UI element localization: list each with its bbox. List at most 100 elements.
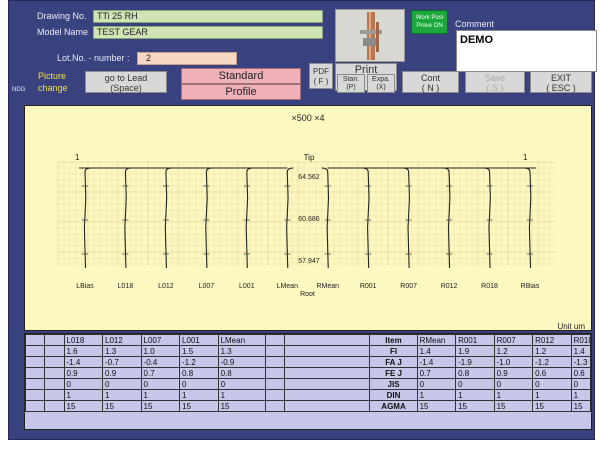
blank-cell	[283, 334, 371, 346]
blank-cell	[24, 356, 46, 368]
blank-cell	[44, 400, 65, 412]
standard-button[interactable]: Standard	[181, 68, 301, 84]
pdf-button[interactable]: PDF ( F )	[309, 63, 333, 89]
blank-cell	[264, 334, 285, 346]
blank-cell	[24, 400, 46, 412]
column-header: LMean	[217, 334, 266, 346]
comment-field[interactable]: DEMO	[456, 30, 597, 72]
table-cell: -1.0	[493, 356, 534, 368]
table-cell: 0	[140, 378, 181, 390]
x-category-label: R007	[400, 283, 417, 290]
gear-shaft-image	[336, 10, 404, 61]
table-cell: 0	[416, 378, 457, 390]
table-cell: 1.3	[102, 345, 142, 357]
table-cell: 1	[63, 389, 104, 401]
y-tick-label: 64.562	[298, 174, 320, 181]
lot-no-label: Lot.No. - number :	[57, 53, 130, 63]
blank-cell	[24, 345, 46, 357]
x-category-label: R018	[481, 283, 498, 290]
x-category-label: L018	[118, 283, 134, 290]
exit-label: EXIT	[550, 73, 571, 83]
go-to-lead-button[interactable]: go to Lead (Space)	[85, 71, 167, 93]
table-cell: 0	[532, 378, 572, 390]
item-name: DIN	[369, 389, 418, 401]
blank-cell	[24, 334, 46, 346]
profile-button[interactable]: Profile	[181, 84, 301, 100]
table-cell: 15	[416, 400, 457, 412]
stan-print-button[interactable]: Stan. (P)	[337, 74, 365, 93]
item-name: AGMA	[369, 400, 418, 412]
table-cell: 0.9	[102, 367, 142, 379]
cont-button[interactable]: Cont ( N )	[402, 71, 459, 93]
column-header: L012	[102, 334, 142, 346]
table-cell: 0.6	[570, 367, 592, 379]
table-cell: 1.9	[455, 345, 495, 357]
profile-chart: ×500 ×4 1 1 Tip 64.562 60.686 57.947 LBias L018 L…	[24, 105, 592, 331]
blank-cell	[283, 378, 371, 390]
table-cell: 0.9	[493, 367, 534, 379]
table-cell: 0.8	[179, 367, 219, 379]
blank-cell	[264, 367, 285, 379]
table-row: 1 1 1 1 1 DIN 1 1 1 1 1	[24, 389, 592, 401]
table-cell: -1.2	[532, 356, 572, 368]
blank-cell	[264, 389, 285, 401]
blank-cell	[44, 345, 65, 357]
cont-shortcut-label: ( N )	[421, 83, 440, 93]
save-label: Save	[484, 73, 506, 83]
exit-button[interactable]: EXIT ( ESC )	[530, 71, 592, 93]
table-cell: -0.9	[217, 356, 266, 368]
table-cell: 1	[179, 389, 219, 401]
table-cell: 15	[63, 400, 104, 412]
blank-cell	[44, 334, 65, 346]
results-grid: L018 L012 L007 L001 LMean Item RMean R001 R007 R0…	[24, 334, 592, 412]
x-category-label: L001	[239, 283, 255, 290]
model-name-field[interactable]: TEST GEAR	[93, 26, 323, 39]
profile-trace-tip	[483, 167, 491, 173]
main-window: Drawing No. TTi 25 RH Model Name TEST GE…	[8, 0, 597, 440]
tip-label: Tip	[304, 153, 315, 162]
table-cell: 1.6	[63, 345, 104, 357]
comment-label: Comment	[455, 19, 495, 29]
x-category-label: R001	[360, 283, 377, 290]
item-name: FE J	[369, 367, 418, 379]
table-cell: 1.2	[493, 345, 534, 357]
table-cell: 15	[532, 400, 572, 412]
lot-no-field[interactable]: 2	[137, 52, 237, 65]
table-cell: 1	[532, 389, 572, 401]
table-cell: 0	[570, 378, 592, 390]
table-cell: 0	[102, 378, 142, 390]
profile-trace-tip	[362, 167, 369, 173]
gear-photo	[335, 9, 405, 62]
picture-change-label[interactable]: Picture change	[38, 71, 68, 93]
cont-label: Cont	[420, 73, 440, 83]
profile-trace-tip	[286, 167, 294, 173]
table-cell: 0.7	[416, 367, 457, 379]
blank-cell	[264, 400, 285, 412]
blank-cell	[283, 345, 371, 357]
pdf-label: PDF	[313, 67, 329, 76]
table-cell: 1.5	[179, 345, 219, 357]
profile-chart-svg: ×500 ×4 1 1 Tip 64.562 60.686 57.947 LBias L018 L…	[57, 113, 555, 298]
blank-cell	[264, 356, 285, 368]
blank-cell	[283, 400, 371, 412]
column-header: R007	[493, 334, 534, 346]
profile-trace-tip	[402, 167, 410, 173]
prove-on-label: Prove ON	[416, 23, 443, 29]
pdf-shortcut-label: ( F )	[313, 77, 329, 86]
save-shortcut-label: ( S )	[486, 83, 504, 93]
y-tick-label: 57.947	[298, 258, 320, 265]
column-header: R012	[532, 334, 572, 346]
drawing-no-field[interactable]: TTi 25 RH	[93, 10, 323, 23]
stan-shortcut-label: (P)	[346, 84, 356, 91]
table-cell: 1	[493, 389, 534, 401]
table-cell: 0.6	[532, 367, 572, 379]
table-cell: -1.4	[63, 356, 104, 368]
save-button[interactable]: Save ( S )	[465, 71, 525, 93]
table-cell: 1.2	[532, 345, 572, 357]
work-position-indicator[interactable]: Work Posi Prove ON	[411, 10, 448, 34]
expa-print-button[interactable]: Expa. (X)	[367, 74, 395, 93]
table-cell: -1.3	[570, 356, 592, 368]
table-cell: 0	[217, 378, 266, 390]
table-cell: 15	[570, 400, 592, 412]
blank-cell	[44, 356, 65, 368]
